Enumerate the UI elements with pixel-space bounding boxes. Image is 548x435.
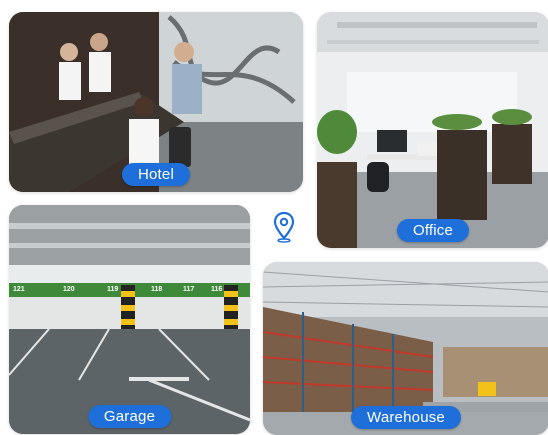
hotel-label[interactable]: Hotel: [121, 163, 191, 186]
stall-number: 117: [183, 286, 195, 293]
office-photo: [317, 12, 548, 248]
stall-number: 118: [151, 286, 163, 293]
warehouse-card[interactable]: Warehouse: [263, 262, 548, 435]
garage-card[interactable]: 121 120 119 118 117 116 Garage: [9, 205, 250, 434]
garage-label[interactable]: Garage: [87, 405, 172, 428]
office-card[interactable]: Office: [317, 12, 548, 248]
garage-stall-numbers: 121 120 119 118 117 116: [9, 284, 250, 297]
stall-number: 120: [63, 286, 75, 293]
warehouse-label[interactable]: Warehouse: [351, 406, 461, 429]
stall-number: 116: [211, 286, 223, 293]
hotel-card[interactable]: Hotel: [9, 12, 303, 192]
garage-photo: [9, 205, 250, 434]
stall-number: 119: [107, 286, 119, 293]
office-label[interactable]: Office: [396, 219, 470, 242]
stall-number: 121: [13, 286, 25, 293]
location-pin-icon: [273, 211, 295, 243]
